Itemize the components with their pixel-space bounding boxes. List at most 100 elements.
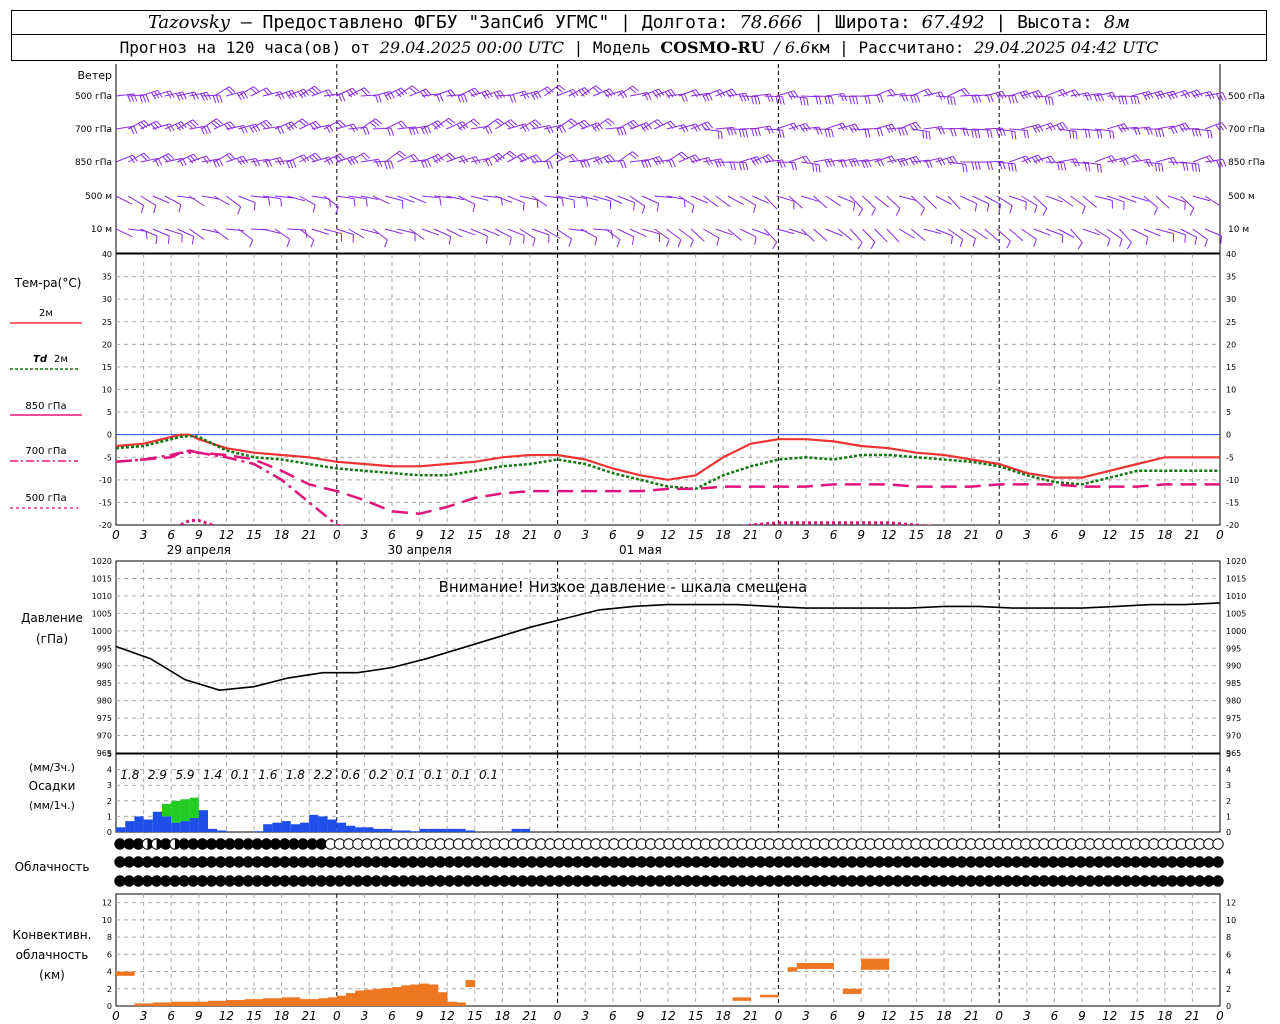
wind-barb-feather bbox=[546, 125, 551, 134]
conv-xtick: 15 bbox=[1130, 1009, 1145, 1023]
precip-rain-bar bbox=[189, 817, 199, 832]
wind-barb bbox=[1143, 161, 1162, 165]
conv-cloud-bar bbox=[796, 962, 807, 969]
wind-barb-feather bbox=[390, 127, 394, 136]
wind-barb bbox=[287, 228, 306, 231]
wind-barb-feather bbox=[1060, 162, 1064, 171]
wind-barb-feather bbox=[499, 90, 506, 98]
conv-ytick-right: 6 bbox=[1226, 950, 1231, 959]
wind-barb-feather bbox=[1035, 124, 1041, 133]
wind-barb bbox=[727, 195, 744, 206]
conv-cloud-bar bbox=[116, 971, 126, 976]
wind-barb bbox=[654, 120, 671, 130]
pressure-ytick-right: 1005 bbox=[1226, 609, 1246, 618]
pressure-ytick-right: 1015 bbox=[1226, 574, 1246, 583]
wind-barb-feather bbox=[1119, 238, 1123, 247]
wind-barb bbox=[911, 228, 926, 242]
wind-barb-feather bbox=[937, 126, 942, 135]
wind-barb-feather bbox=[656, 203, 660, 212]
pressure-ytick-left: 1005 bbox=[92, 609, 112, 618]
wind-barb-feather bbox=[806, 97, 809, 106]
wind-barb bbox=[703, 195, 719, 207]
wind-barb-feather bbox=[522, 202, 525, 211]
wind-barb-feather bbox=[218, 158, 224, 167]
wind-barb bbox=[678, 89, 696, 97]
conv-xtick: 18 bbox=[1157, 1009, 1173, 1023]
wind-barb-feather bbox=[206, 125, 212, 134]
temp-ytick-right: -20 bbox=[1226, 521, 1239, 530]
wind-barb-feather bbox=[972, 238, 976, 247]
wind-barb bbox=[715, 195, 731, 207]
wind-barb-feather bbox=[383, 161, 388, 170]
wind-barb-feather bbox=[594, 237, 598, 246]
wind-barb-feather bbox=[891, 123, 897, 132]
wind-barb-feather bbox=[959, 239, 964, 247]
temp-xtick: 6 bbox=[388, 528, 396, 542]
wind-barb-feather bbox=[742, 162, 746, 171]
wind-barb-feather bbox=[374, 159, 380, 168]
temp-ytick-left: 5 bbox=[107, 408, 112, 417]
wind-barb-feather bbox=[812, 163, 815, 172]
wind-barb-feather bbox=[1084, 93, 1089, 101]
wind-barb-feather bbox=[484, 126, 490, 135]
wind-barb bbox=[384, 120, 402, 130]
conv-cloud-bar bbox=[787, 967, 798, 972]
wind-barb-feather bbox=[1204, 239, 1208, 248]
conv-xtick: 3 bbox=[581, 1009, 589, 1023]
wind-barb-feather bbox=[1158, 128, 1162, 137]
wind-barb-feather bbox=[622, 127, 627, 135]
wind-barb-feather bbox=[1063, 162, 1067, 171]
temp-ytick-right: 5 bbox=[1226, 408, 1231, 417]
wind-barb-feather bbox=[1051, 97, 1054, 106]
wind-barb-feather bbox=[1011, 130, 1014, 140]
wind-barb-feather bbox=[1181, 123, 1188, 132]
wind-barb-feather bbox=[855, 158, 860, 166]
wind-barb-feather bbox=[647, 159, 652, 168]
pressure-ytick-right: 1000 bbox=[1226, 627, 1246, 636]
conv-cloud-bar bbox=[180, 1001, 190, 1006]
conv-xtick: 15 bbox=[467, 1009, 482, 1023]
wind-barb-feather bbox=[622, 160, 627, 169]
wind-barb bbox=[507, 152, 524, 163]
wind-barb-feather bbox=[757, 96, 761, 105]
wind-barb-feather bbox=[1109, 130, 1112, 139]
conv-cloud-bar bbox=[741, 997, 752, 1001]
wind-barb-feather bbox=[745, 162, 749, 171]
wind-barb-feather bbox=[971, 95, 975, 104]
wind-barb-feather bbox=[512, 94, 517, 103]
wind-barb-feather bbox=[1069, 130, 1072, 139]
wind-barb-feather bbox=[824, 96, 828, 105]
conv-xtick: 12 bbox=[440, 1009, 455, 1023]
wind-barb bbox=[1119, 95, 1138, 98]
wind-barb-feather bbox=[289, 160, 294, 169]
wind-barb-feather bbox=[280, 126, 285, 134]
conv-xtick: 21 bbox=[1185, 1009, 1200, 1023]
wind-barb-feather bbox=[729, 162, 733, 171]
wind-barb-feather bbox=[986, 94, 991, 103]
wind-barb-feather bbox=[913, 94, 917, 103]
wind-barb-feather bbox=[1038, 124, 1044, 132]
temp-ytick-right: 0 bbox=[1226, 431, 1231, 440]
conv-xtick: 0 bbox=[112, 1009, 120, 1023]
conv-xtick: 9 bbox=[857, 1009, 865, 1023]
conv-xtick: 15 bbox=[909, 1009, 924, 1023]
wind-barb-feather bbox=[666, 239, 670, 247]
temp-ytick-left: 15 bbox=[102, 363, 112, 372]
wind-barb bbox=[323, 119, 341, 130]
conv-cloud-bar bbox=[336, 995, 347, 1006]
wind-barb-feather bbox=[1161, 163, 1164, 172]
wind-barb-feather bbox=[791, 162, 794, 171]
wind-barb-feather bbox=[1096, 130, 1100, 139]
precip-unit-3h: (мм/3ч.) bbox=[29, 761, 75, 774]
conv-ytick-left: 6 bbox=[107, 950, 112, 959]
precip-rain-bar bbox=[447, 828, 457, 832]
temp-ytick-right: 20 bbox=[1226, 340, 1236, 349]
wind-barb-feather bbox=[509, 94, 514, 103]
wind-barb-feather bbox=[922, 130, 925, 139]
wind-barb bbox=[886, 228, 900, 243]
wind-barb-feather bbox=[714, 159, 719, 168]
precip-rain-bar bbox=[401, 830, 411, 832]
wind-barb-feather bbox=[1087, 92, 1093, 101]
precip-rain-bar bbox=[438, 828, 448, 832]
wind-barb bbox=[764, 95, 783, 98]
